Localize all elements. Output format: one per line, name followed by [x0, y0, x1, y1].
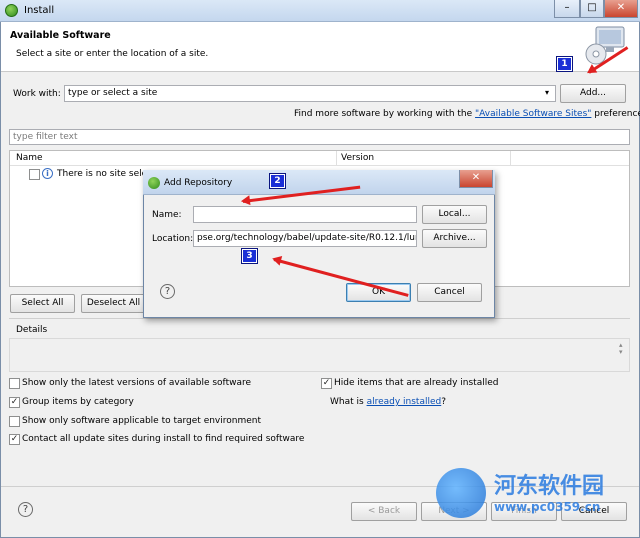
- location-field[interactable]: pse.org/technology/babel/update-site/R0.…: [193, 230, 417, 247]
- show-applicable-label: Show only software applicable to target …: [22, 416, 262, 426]
- hide-installed-label: Hide items that are already installed: [334, 378, 499, 388]
- column-divider: [336, 151, 337, 166]
- dialog-help-icon[interactable]: ?: [160, 284, 175, 299]
- column-name[interactable]: Name: [16, 153, 43, 163]
- hide-installed-checkbox[interactable]: ✓: [321, 378, 332, 389]
- dialog-cancel-button[interactable]: Cancel: [417, 283, 482, 302]
- name-field[interactable]: [193, 206, 417, 223]
- contact-sites-checkbox[interactable]: ✓: [9, 434, 20, 445]
- column-divider: [510, 151, 511, 166]
- archive-button[interactable]: Archive...: [422, 229, 487, 248]
- info-icon: i: [42, 168, 53, 179]
- group-items-checkbox[interactable]: ✓: [9, 397, 20, 408]
- available-sites-link[interactable]: "Available Software Sites": [475, 109, 591, 119]
- column-version[interactable]: Version: [341, 153, 374, 163]
- work-with-label: Work with:: [13, 89, 61, 99]
- work-with-value: type or select a site: [68, 88, 158, 98]
- page-title: Available Software: [10, 30, 111, 41]
- find-more-text: Find more software by working with the "…: [294, 109, 640, 119]
- show-applicable-checkbox[interactable]: [9, 416, 20, 427]
- empty-table-text: There is no site selec: [57, 169, 153, 179]
- eclipse-icon: [5, 4, 18, 17]
- already-installed-link[interactable]: already installed: [367, 397, 442, 407]
- name-label: Name:: [152, 210, 182, 220]
- contact-sites-label: Contact all update sites during install …: [22, 434, 305, 444]
- what-is-prefix: What is: [330, 397, 367, 407]
- location-label: Location:: [152, 234, 194, 244]
- add-button[interactable]: Add...: [560, 84, 626, 103]
- find-more-prefix: Find more software by working with the: [294, 109, 476, 119]
- minimize-button[interactable]: –: [554, 0, 580, 18]
- watermark-text: 河东软件园: [494, 474, 605, 499]
- details-area: [9, 338, 630, 372]
- dialog-eclipse-icon: [148, 177, 160, 189]
- find-more-suffix: preferences.: [594, 109, 640, 119]
- separator: [9, 318, 630, 319]
- group-items-label: Group items by category: [22, 397, 134, 407]
- show-latest-label: Show only the latest versions of availab…: [22, 378, 252, 388]
- help-icon[interactable]: ?: [18, 502, 33, 517]
- window-title: Install: [24, 5, 55, 16]
- annotation-badge-2: 2: [269, 173, 286, 189]
- filter-input[interactable]: type filter text: [9, 129, 630, 145]
- close-button[interactable]: ✕: [604, 0, 638, 18]
- watermark-url: www.pc0359.cn: [494, 500, 601, 514]
- work-with-combo[interactable]: type or select a site: [64, 85, 556, 102]
- maximize-button[interactable]: □: [580, 0, 604, 18]
- dialog-title: Add Repository: [164, 178, 233, 188]
- local-button[interactable]: Local...: [422, 205, 487, 224]
- details-scroll-icon[interactable]: ▴ ▾: [619, 342, 623, 356]
- table-header: [10, 151, 629, 166]
- dialog-close-button[interactable]: ✕: [459, 170, 493, 188]
- back-button[interactable]: < Back: [351, 502, 417, 521]
- select-all-button[interactable]: Select All: [10, 294, 75, 313]
- watermark-logo: [436, 468, 486, 518]
- annotation-badge-1: 1: [556, 56, 573, 72]
- page-subtitle: Select a site or enter the location of a…: [16, 49, 209, 59]
- deselect-all-button[interactable]: Deselect All: [81, 294, 146, 313]
- annotation-badge-3: 3: [241, 248, 258, 264]
- details-label: Details: [16, 325, 48, 335]
- row-checkbox[interactable]: [29, 169, 40, 180]
- what-is-text: What is already installed?: [330, 397, 446, 407]
- title-bar: [0, 0, 640, 22]
- show-latest-checkbox[interactable]: [9, 378, 20, 389]
- what-is-suffix: ?: [441, 397, 447, 407]
- dropdown-arrow-icon[interactable]: ▾: [545, 88, 549, 97]
